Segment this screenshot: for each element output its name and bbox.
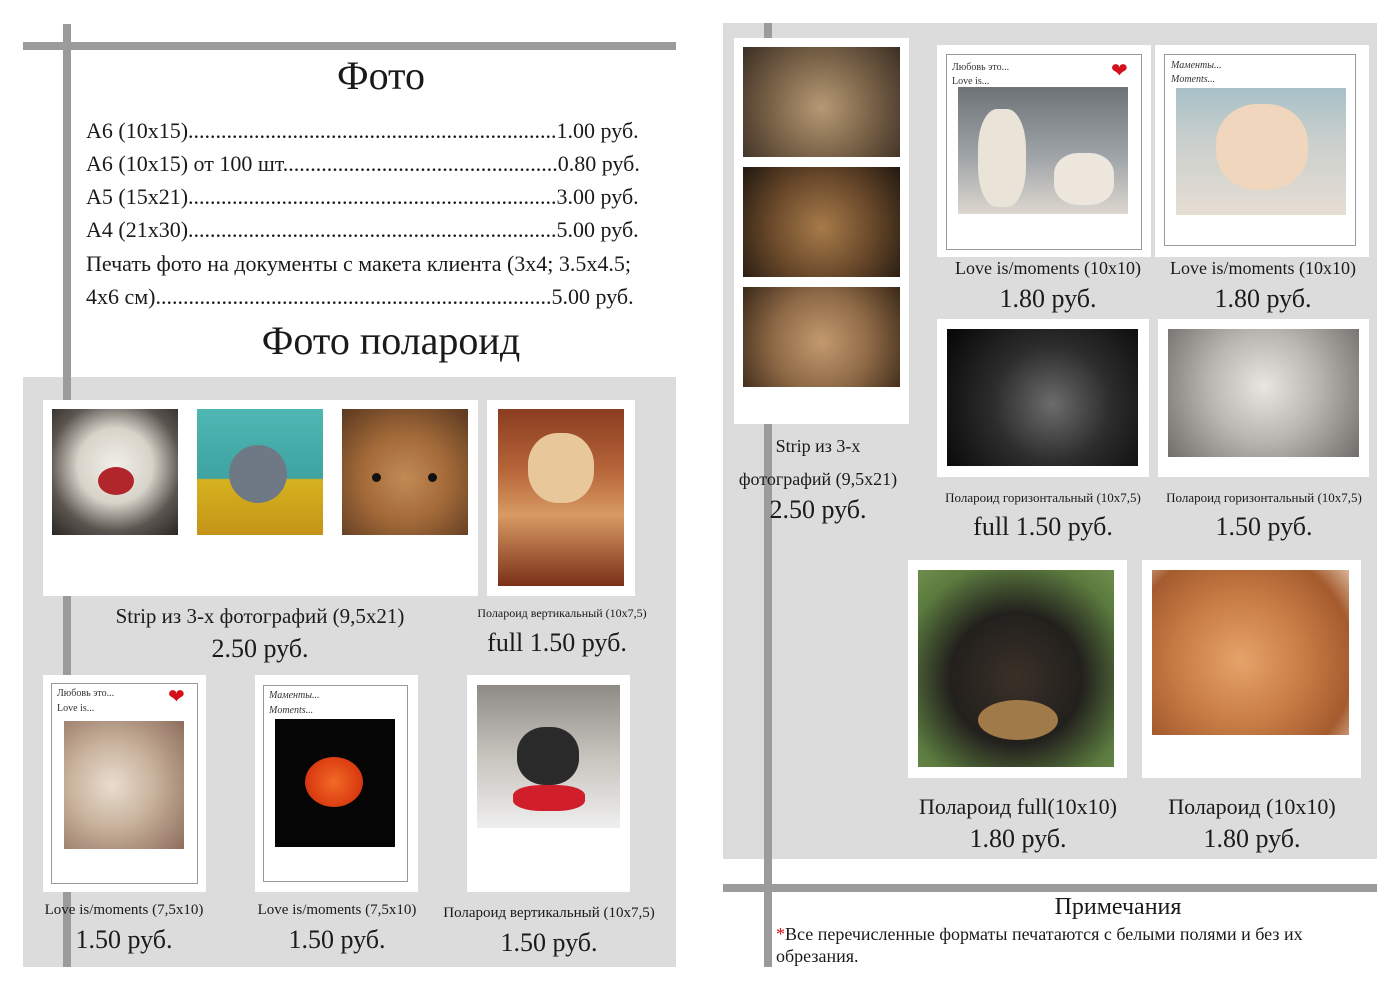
snow-leopard-photo	[1168, 329, 1359, 457]
price-line: Печать фото на документы с макета клиент…	[86, 251, 632, 276]
square-polaroid	[1142, 560, 1361, 778]
product-price: 1.80 руб.	[1214, 284, 1312, 313]
card-text: Moments...	[269, 705, 314, 716]
right-bottom-rule	[723, 884, 1377, 892]
siamese-cats-photo	[958, 87, 1128, 214]
shepherd-puppy-photo	[918, 570, 1114, 767]
product-price: 1.80 руб.	[999, 284, 1097, 313]
product-price: 1.50 руб.	[1215, 512, 1313, 541]
card-text: Маменты...	[1171, 60, 1222, 71]
moments-card-10x10: Маменты... Moments...	[1155, 45, 1369, 257]
product-price: full 1.50 руб.	[487, 628, 627, 657]
card-text: Love is...	[57, 703, 95, 714]
notes-title: Примечания	[1054, 894, 1182, 920]
love-is-card-10x10: Любовь это... Love is... ❤	[937, 45, 1151, 257]
product-price: 1.50 руб.	[288, 925, 386, 954]
left-top-rule	[23, 42, 676, 50]
kitten-suitcase-photo	[197, 409, 323, 535]
card-text: Любовь это...	[57, 688, 115, 699]
product-caption: фотографий (9,5х21)	[738, 469, 898, 489]
scottish-cat-photo	[743, 287, 900, 387]
photo-title: Фото	[336, 53, 426, 98]
orange-fold-cat-photo	[1152, 570, 1349, 735]
product-price: full 1.50 руб.	[973, 512, 1113, 541]
vertical-strip-card	[734, 38, 909, 424]
husky-photo	[477, 685, 620, 828]
strip-card	[43, 400, 478, 596]
asterisk-marker: *	[776, 924, 785, 944]
mouse-photo	[342, 409, 468, 535]
square-full-polaroid	[908, 560, 1127, 778]
black-cat-photo	[947, 329, 1138, 466]
heart-icon: ❤	[168, 686, 185, 708]
tabby-cat-photo	[743, 167, 900, 277]
product-caption: Полароид горизонтальный (10х7,5)	[1166, 490, 1362, 505]
price-line: А4 (21х30)..............................…	[86, 217, 639, 242]
puppy-photo	[1176, 88, 1346, 215]
product-caption: Полароид вертикальный (10х7,5)	[477, 606, 647, 620]
card-text: Маменты...	[269, 690, 320, 701]
price-line: А5 (15х21)..............................…	[86, 184, 639, 209]
notes-text: Все перечисленные форматы печатаются с б…	[776, 924, 1303, 966]
moments-card: Маменты... Moments...	[255, 675, 418, 892]
goldfish-photo	[275, 719, 395, 847]
product-caption: Strip из 3-х фотографий (9,5х21)	[115, 604, 405, 628]
product-caption: Полароид вертикальный (10х7,5)	[443, 905, 655, 921]
product-caption: Love is/moments (7,5x10)	[257, 902, 417, 918]
horizontal-polaroid-card	[1158, 319, 1369, 477]
maine-coon-photo	[743, 47, 900, 157]
price-line: А6 (10х15) от 100 шт....................…	[86, 151, 640, 176]
product-price: 1.80 руб.	[1203, 824, 1301, 853]
price-line: А6 (10х15)..............................…	[86, 118, 639, 143]
product-caption: Strip из 3-х	[775, 436, 861, 456]
husky-polaroid	[467, 675, 630, 892]
product-caption: Полароид горизонтальный (10х7,5)	[945, 490, 1141, 505]
product-price: 1.80 руб.	[969, 824, 1067, 853]
product-price: 1.50 руб.	[75, 925, 173, 954]
card-text: Moments...	[1171, 74, 1216, 85]
product-price: 2.50 руб.	[769, 495, 867, 524]
price-line: 4х6 см).................................…	[86, 284, 634, 309]
horizontal-polaroid-card	[937, 319, 1149, 477]
golden-retriever-photo	[498, 409, 624, 586]
owl-photo	[52, 409, 178, 535]
polaroid-title: Фото полароид	[261, 318, 521, 363]
product-caption: Love is/moments (10x10)	[1170, 258, 1356, 278]
kittens-photo	[64, 721, 184, 849]
card-text: Любовь это...	[952, 62, 1010, 73]
notes-text-block: *Все перечисленные форматы печатаются с …	[776, 923, 1366, 967]
dog-polaroid	[487, 400, 635, 596]
product-price: 1.50 руб.	[500, 928, 598, 957]
heart-icon: ❤	[1111, 60, 1128, 82]
love-is-card: Любовь это... Love is... ❤	[43, 675, 206, 892]
product-caption: Полароид full(10x10)	[918, 794, 1117, 819]
product-caption: Полароид (10x10)	[1168, 794, 1336, 819]
product-caption: Love is/moments (7,5x10)	[44, 902, 204, 918]
product-caption: Love is/moments (10x10)	[955, 258, 1141, 278]
product-price: 2.50 руб.	[211, 634, 309, 663]
